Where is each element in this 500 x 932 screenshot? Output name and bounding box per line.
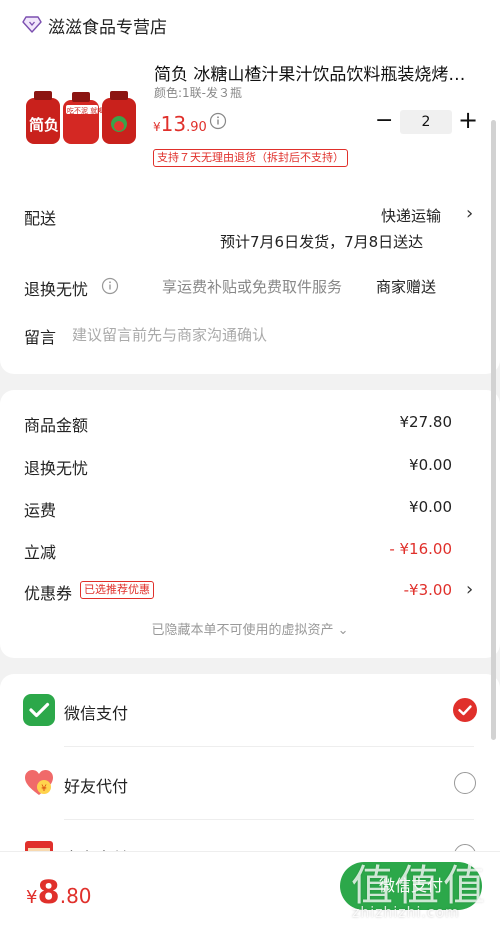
watermark-site: zhizhizhi.com xyxy=(352,905,460,921)
total-cents: .80 xyxy=(59,884,92,908)
price-yuan: 13 xyxy=(160,112,187,136)
product-image-brand: 简负 xyxy=(29,116,60,134)
payment-divider xyxy=(64,746,474,747)
total-amount: ¥8.80 xyxy=(26,873,92,911)
coupon-badge[interactable]: 已选推荐优惠 xyxy=(80,581,154,599)
quantity-decrease-button[interactable]: − xyxy=(375,110,393,132)
coupon-chevron-right-icon[interactable]: › xyxy=(466,579,473,600)
scrollbar[interactable] xyxy=(491,120,496,740)
delivery-estimate: 预计7月6日发货，7月8日送达 xyxy=(220,233,424,251)
payment-option-wechat[interactable]: 微信支付 xyxy=(64,700,128,724)
product-price: ¥13.90 xyxy=(153,112,207,136)
summary-label-coupon: 优惠券 xyxy=(24,584,73,603)
message-label: 留言 xyxy=(24,328,57,347)
svg-text:¥: ¥ xyxy=(41,784,47,794)
price-currency: ¥ xyxy=(153,120,161,134)
total-currency: ¥ xyxy=(26,887,38,908)
total-yuan: 8 xyxy=(37,873,60,911)
summary-value-return: ¥0.00 xyxy=(409,456,452,474)
product-spec[interactable]: 颜色:1联-发３瓶 xyxy=(154,84,242,101)
summary-value-discount: - ¥16.00 xyxy=(389,540,452,558)
return-service-value: 商家赠送 xyxy=(376,278,437,296)
order-item-card xyxy=(0,0,500,374)
return-service-label: 退换无忧 xyxy=(24,280,89,299)
product-image-slogan: 吃不泥 就喝杏 xyxy=(67,107,112,115)
hidden-assets-toggle[interactable]: 已隐藏本单不可使用的虚拟资产 ⌄ xyxy=(0,619,500,638)
summary-value-shipping: ¥0.00 xyxy=(409,498,452,516)
friend-pay-radio[interactable] xyxy=(454,772,476,794)
watermark-logo: 值值值 xyxy=(351,861,490,910)
store-diamond-icon xyxy=(22,16,42,33)
return-service-info-icon[interactable] xyxy=(101,277,119,295)
payment-option-friend[interactable]: 好友代付 xyxy=(64,773,128,797)
wechat-pay-radio-checked[interactable] xyxy=(453,698,477,722)
store-name[interactable]: 滋滋食品专营店 xyxy=(48,13,167,38)
check-icon xyxy=(458,705,472,716)
summary-label-shipping: 运费 xyxy=(24,501,57,520)
summary-label-return: 退换无忧 xyxy=(24,459,89,478)
friend-pay-icon: ¥ xyxy=(25,770,53,795)
summary-label-goods: 商品金额 xyxy=(24,416,89,435)
delivery-chevron-right-icon[interactable]: › xyxy=(466,203,473,224)
summary-value-coupon[interactable]: -¥3.00 xyxy=(404,581,452,599)
product-image[interactable]: 简负 吃不泥 就喝杏 xyxy=(24,88,138,146)
product-title[interactable]: 简负 冰糖山楂汁果汁饮品饮料瓶装烧烤… xyxy=(154,60,474,85)
delivery-label: 配送 xyxy=(24,209,57,228)
price-info-icon[interactable] xyxy=(209,112,227,130)
message-input[interactable] xyxy=(72,324,472,346)
price-cents: .90 xyxy=(186,120,207,135)
quantity-increase-button[interactable]: + xyxy=(457,108,479,132)
wechat-pay-icon xyxy=(23,694,55,726)
summary-value-goods: ¥27.80 xyxy=(399,413,453,431)
quantity-input[interactable]: 2 xyxy=(400,110,452,134)
summary-label-discount: 立减 xyxy=(24,543,57,562)
payment-divider xyxy=(64,819,474,820)
return-service-description: 享运费补贴或免费取件服务 xyxy=(162,278,343,296)
return-policy-badge: 支持７天无理由退货（拆封后不支持） xyxy=(153,149,348,167)
delivery-method[interactable]: 快递运输 xyxy=(381,205,441,226)
